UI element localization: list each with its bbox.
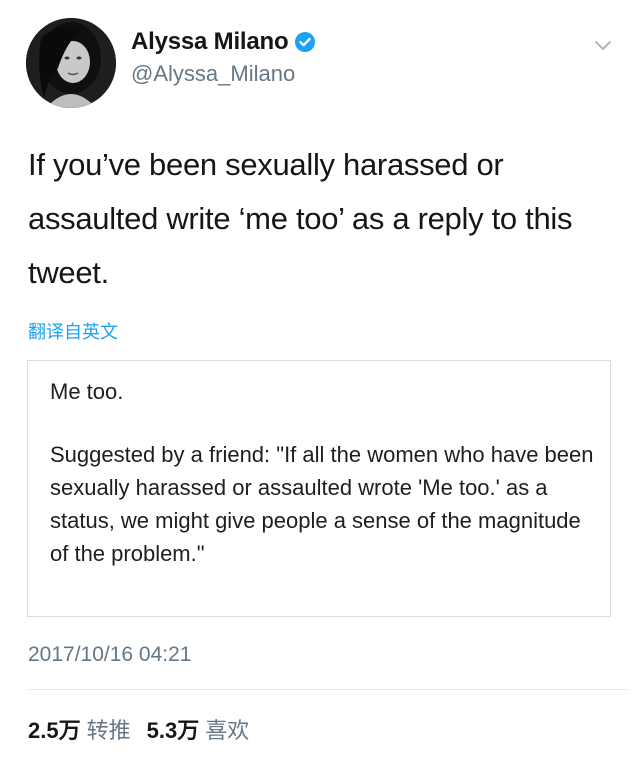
avatar[interactable] [26, 18, 116, 108]
like-count[interactable]: 5.3万 [147, 713, 200, 745]
quoted-note-box: Me too. Suggested by a friend: "If all t… [27, 360, 611, 617]
tweet-stats: 2.5万 转推 5.3万 喜欢 [28, 713, 265, 745]
quoted-note-first-line: Me too. [50, 379, 124, 404]
tweet-header: Alyssa Milano @Alyssa_Milano [0, 0, 640, 120]
user-handle[interactable]: @Alyssa_Milano [131, 61, 295, 87]
verified-badge-icon [294, 31, 316, 53]
like-label[interactable]: 喜欢 [205, 713, 249, 745]
name-row: Alyssa Milano [131, 28, 316, 56]
tweet-timestamp[interactable]: 2017/10/16 04:21 [28, 643, 192, 667]
chevron-down-icon[interactable] [592, 34, 614, 56]
retweet-count[interactable]: 2.5万 [28, 713, 81, 745]
display-name[interactable]: Alyssa Milano [131, 28, 289, 56]
translate-link[interactable]: 翻译自英文 [28, 318, 118, 344]
divider [28, 689, 628, 690]
quoted-note-body: Suggested by a friend: "If all the women… [50, 442, 594, 566]
tweet-text: If you’ve been sexually harassed or assa… [28, 147, 573, 290]
retweet-label[interactable]: 转推 [87, 713, 131, 745]
